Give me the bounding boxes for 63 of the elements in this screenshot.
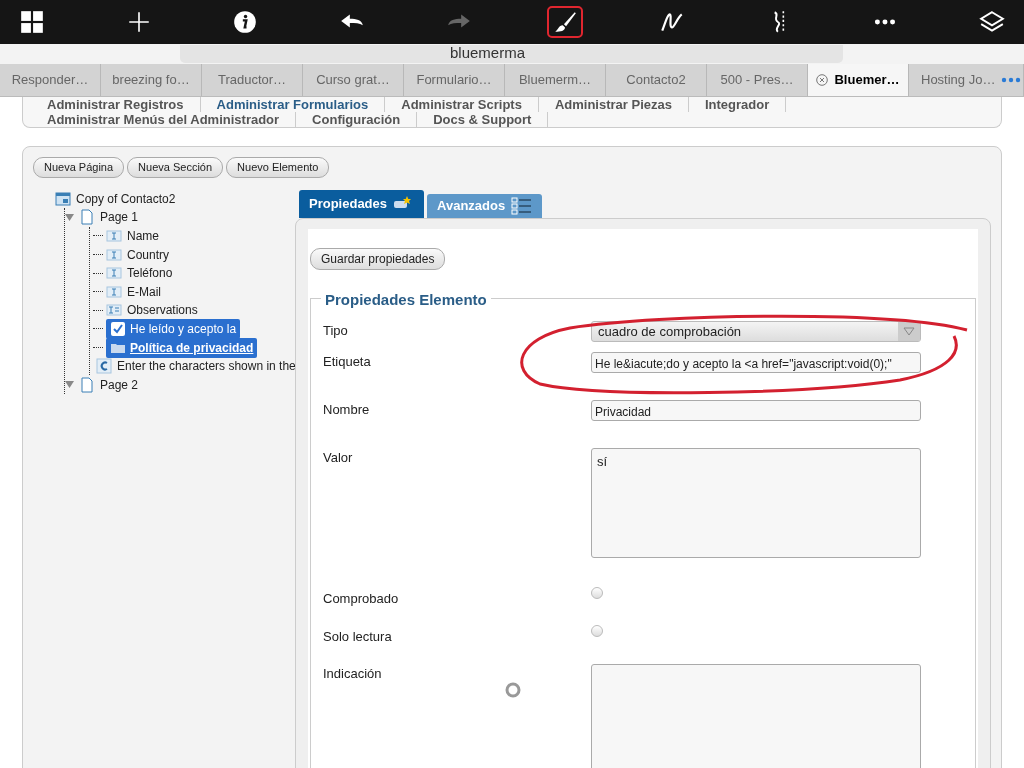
checkbox[interactable]: [591, 587, 603, 599]
menu-link[interactable]: Configuración: [312, 112, 418, 127]
page-icon: [79, 376, 95, 393]
field-label: Tipo: [323, 323, 348, 338]
input-field[interactable]: He le&iacute;do y acepto la <a href="javascript:void(0);": [591, 352, 921, 373]
checkbox-icon: [110, 320, 126, 337]
tree-item[interactable]: Copy of Contacto2: [76, 189, 176, 208]
tree-item[interactable]: Enter the characters shown in the: [117, 357, 296, 376]
field-label: Indicación: [323, 666, 382, 681]
browser-tab[interactable]: breezing fo…: [101, 64, 202, 96]
menu-link[interactable]: Administrar Scripts: [401, 97, 539, 112]
caret-icon: [898, 322, 920, 341]
tree-item[interactable]: Country: [127, 245, 170, 264]
menu-link[interactable]: Administrar Formularios: [216, 97, 386, 112]
checkbox[interactable]: [591, 625, 603, 637]
tree-item[interactable]: Teléfono: [127, 264, 173, 283]
input-field[interactable]: Privacidad: [591, 400, 921, 421]
save-button[interactable]: Guardar propiedades: [310, 247, 446, 270]
dropdown[interactable]: cuadro de comprobación: [591, 321, 921, 342]
tree-item[interactable]: E-Mail: [127, 282, 161, 301]
captcha-icon: [96, 358, 112, 375]
browser-tab[interactable]: Responder…: [0, 64, 101, 96]
close-icon[interactable]: [816, 74, 829, 86]
tree-item[interactable]: Observations: [127, 301, 198, 320]
field-label: Solo lectura: [323, 629, 392, 644]
menu-link[interactable]: Administrar Menús del Administrador: [47, 112, 297, 127]
text-area-icon: [106, 302, 122, 319]
text-area[interactable]: sí: [591, 448, 921, 558]
address-field[interactable]: bluemerma: [180, 45, 843, 63]
menu-link[interactable]: Docs & Support: [433, 112, 549, 127]
tree-item[interactable]: Page 2: [100, 375, 139, 394]
form-icon: [55, 190, 71, 207]
browser-tab[interactable]: Bluemerm…: [505, 64, 606, 96]
text-field-icon: [106, 283, 122, 300]
toolbar-button[interactable]: Nueva Página: [33, 157, 125, 178]
field-label: Valor: [323, 450, 353, 465]
text-field-icon: [106, 265, 122, 282]
browser-tab[interactable]: Traductor…: [202, 64, 303, 96]
menu-link[interactable]: Administrar Registros: [47, 97, 201, 112]
panel-tab[interactable]: Propiedades: [299, 189, 425, 218]
toolbar-button[interactable]: Nuevo Elemento: [226, 157, 330, 178]
tree-item[interactable]: Política de privacidad: [106, 337, 258, 358]
browser-tab[interactable]: Curso grat…: [303, 64, 404, 96]
menu-link[interactable]: Administrar Piezas: [554, 97, 689, 112]
tree-item[interactable]: Page 1: [100, 208, 139, 227]
browser-tab[interactable]: Hosting Jo…: [909, 64, 1024, 96]
page-icon: [79, 209, 95, 226]
tree-item[interactable]: Name: [127, 227, 159, 245]
text-field-icon: [106, 228, 122, 244]
browser-tab[interactable]: Bluemer…: [808, 64, 909, 96]
field-label: Comprobado: [323, 591, 399, 606]
browser-tab[interactable]: Formulario…: [404, 64, 505, 96]
field-label: Etiqueta: [323, 354, 371, 369]
browser-tab[interactable]: Contacto2: [606, 64, 707, 96]
text-field-icon: [106, 246, 122, 263]
expand-arrow-icon[interactable]: [65, 381, 74, 389]
toolbar-button[interactable]: Nueva Sección: [127, 157, 224, 178]
brush-icon[interactable]: [547, 6, 584, 38]
checklist-icon: [511, 196, 533, 215]
tree-item[interactable]: He leído y acepto la: [106, 318, 241, 339]
field-label: Nombre: [323, 402, 370, 417]
menu-link[interactable]: Integrador: [704, 97, 787, 112]
expand-arrow-icon[interactable]: [65, 213, 74, 221]
